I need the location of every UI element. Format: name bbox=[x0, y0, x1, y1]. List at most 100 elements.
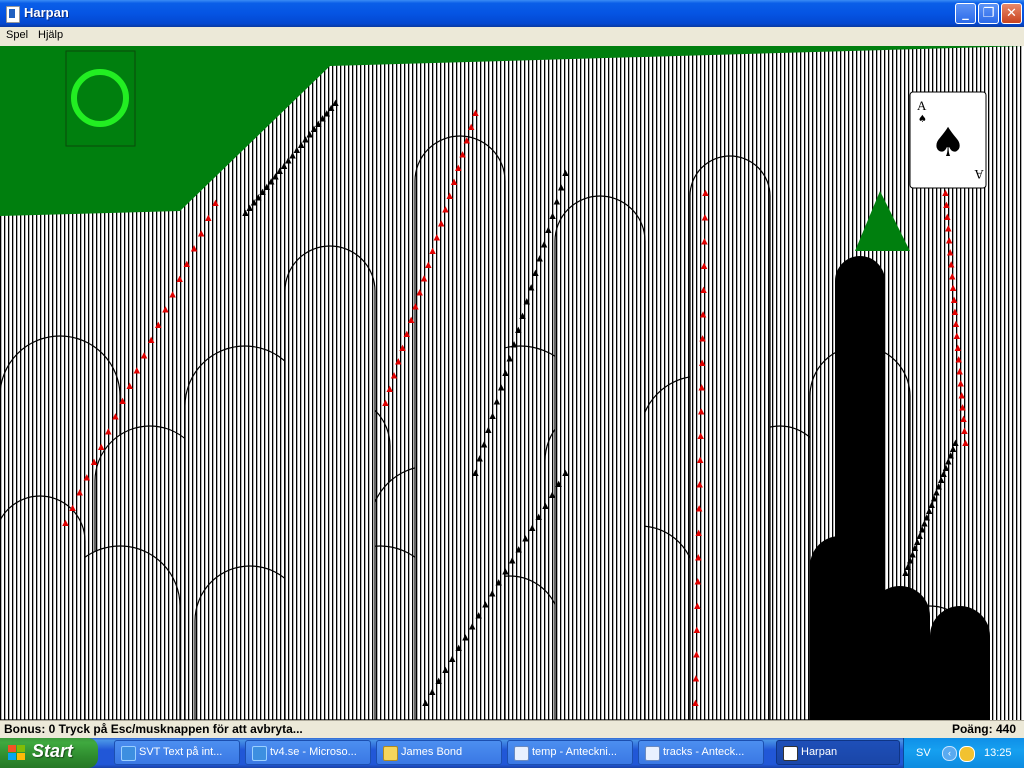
task-svt-text[interactable]: SVT Text på int... bbox=[114, 740, 240, 765]
svg-text:▲: ▲ bbox=[210, 197, 221, 209]
svg-text:▲: ▲ bbox=[380, 397, 391, 409]
svg-text:▲: ▲ bbox=[89, 456, 100, 468]
svg-text:▲: ▲ bbox=[470, 107, 481, 119]
app-icon bbox=[6, 6, 20, 23]
svg-text:▲: ▲ bbox=[953, 354, 964, 366]
svg-text:▲: ▲ bbox=[203, 212, 214, 224]
svg-text:▲: ▲ bbox=[196, 228, 207, 240]
task-tv4[interactable]: tv4.se - Microso... bbox=[245, 740, 371, 765]
task-harpan[interactable]: Harpan bbox=[776, 740, 900, 765]
svg-text:▲: ▲ bbox=[240, 207, 251, 219]
game-board[interactable]: ▲ ▲ ▲ ▲ ▲ ▲ ▲ ▲ ▲ ▲ ▲ ▲ ▲ ▲ ▲ ▲ ▲ ▲ ▲ ▲ ▲ ▲ ▲ ▲ ▲ ▲ ▲ ▲ ▲ ▲ ▲ ▲ ▲ ▲ ▲ ▲ ▲ ▲ ▲ ▲… bbox=[0, 46, 1024, 720]
start-button[interactable]: Start bbox=[0, 738, 98, 768]
svg-text:▲: ▲ bbox=[692, 576, 703, 588]
card-rank-top: A bbox=[917, 98, 927, 113]
svg-text:▲: ▲ bbox=[547, 210, 558, 222]
svg-text:▲: ▲ bbox=[431, 231, 442, 243]
network-icon[interactable] bbox=[959, 746, 975, 762]
svg-text:▲: ▲ bbox=[543, 224, 554, 236]
svg-text:▲: ▲ bbox=[943, 223, 954, 235]
svg-text:▲: ▲ bbox=[699, 236, 710, 248]
language-indicator[interactable]: SV bbox=[916, 747, 931, 759]
svg-text:▲: ▲ bbox=[951, 330, 962, 342]
svg-text:▲: ▲ bbox=[419, 273, 430, 285]
svg-text:▲: ▲ bbox=[474, 453, 485, 465]
svg-text:▲: ▲ bbox=[693, 551, 704, 563]
svg-text:▲: ▲ bbox=[479, 438, 490, 450]
svg-text:▲: ▲ bbox=[955, 378, 966, 390]
svg-text:♠: ♠ bbox=[918, 114, 927, 125]
folder-icon bbox=[383, 746, 398, 761]
svg-text:▲: ▲ bbox=[690, 697, 701, 709]
svg-text:▲: ▲ bbox=[551, 196, 562, 208]
svg-text:▲: ▲ bbox=[496, 381, 507, 393]
svg-text:▲: ▲ bbox=[487, 410, 498, 422]
task-tracks-notepad[interactable]: tracks - Anteck... bbox=[638, 740, 764, 765]
svg-text:▲: ▲ bbox=[697, 333, 708, 345]
svg-text:▲: ▲ bbox=[393, 356, 404, 368]
svg-text:▲: ▲ bbox=[81, 471, 92, 483]
svg-text:▲: ▲ bbox=[423, 259, 434, 271]
svg-text:▲: ▲ bbox=[420, 697, 431, 709]
svg-text:▲: ▲ bbox=[461, 135, 472, 147]
svg-text:▲: ▲ bbox=[695, 430, 706, 442]
svg-text:▲: ▲ bbox=[956, 389, 967, 401]
foundation-slot[interactable] bbox=[65, 50, 136, 147]
svg-text:▲: ▲ bbox=[693, 527, 704, 539]
svg-text:▲: ▲ bbox=[952, 342, 963, 354]
svg-text:▲: ▲ bbox=[436, 218, 447, 230]
svg-text:▲: ▲ bbox=[131, 365, 142, 377]
svg-text:▲: ▲ bbox=[957, 401, 968, 413]
ie-icon bbox=[252, 746, 267, 761]
svg-text:▲: ▲ bbox=[959, 425, 970, 437]
task-james-bond[interactable]: James Bond bbox=[376, 740, 502, 765]
svg-text:▲: ▲ bbox=[470, 467, 481, 479]
notepad-icon bbox=[645, 746, 660, 761]
title-bar[interactable]: Harpan _ ❐ ✕ bbox=[0, 0, 1024, 27]
cascade-layer: ▲ ▲ ▲ ▲ ▲ ▲ ▲ ▲ ▲ ▲ ▲ ▲ ▲ ▲ ▲ ▲ ▲ ▲ ▲ ▲ ▲ ▲ ▲ ▲ ▲ ▲ ▲ ▲ ▲ ▲ ▲ ▲ ▲ ▲ ▲ ▲ ▲ ▲ ▲ ▲… bbox=[0, 46, 1024, 720]
svg-text:▲: ▲ bbox=[167, 288, 178, 300]
score: Poäng: 440 bbox=[951, 722, 1016, 736]
svg-text:▲: ▲ bbox=[691, 624, 702, 636]
menu-spel[interactable]: Spel bbox=[6, 29, 28, 41]
minimize-button[interactable]: _ bbox=[955, 3, 976, 24]
svg-text:▲: ▲ bbox=[960, 437, 971, 449]
svg-text:▲: ▲ bbox=[500, 367, 511, 379]
svg-text:▲: ▲ bbox=[124, 380, 135, 392]
svg-text:▲: ▲ bbox=[700, 187, 711, 199]
svg-text:▲: ▲ bbox=[698, 308, 709, 320]
svg-text:▲: ▲ bbox=[181, 258, 192, 270]
start-label: Start bbox=[32, 741, 74, 761]
windows-logo-icon bbox=[8, 745, 25, 760]
svg-text:▲: ▲ bbox=[189, 243, 200, 255]
svg-text:▲: ▲ bbox=[530, 267, 541, 279]
svg-text:▲: ▲ bbox=[947, 270, 958, 282]
svg-text:▲: ▲ bbox=[695, 454, 706, 466]
card-cascade: ▲ ▲ ▲ ▲ ▲ ▲ ▲ ▲ ▲ ▲ ▲ ▲ ▲ ▲ ▲ ▲ ▲ ▲ ▲ ▲ ▲ ▲ ▲ ▲ ▲ ▲ ▲ ▲ ▲ ▲ ▲ ▲ ▲ ▲ ▲ ▲ ▲ ▲ ▲ ▲… bbox=[0, 46, 1024, 720]
playing-card[interactable]: A ♠ ♠ A bbox=[909, 91, 987, 189]
chevron-left-icon[interactable]: ‹ bbox=[942, 746, 957, 761]
svg-text:▲: ▲ bbox=[504, 353, 515, 365]
svg-text:▲: ▲ bbox=[945, 247, 956, 259]
svg-text:▲: ▲ bbox=[153, 319, 164, 331]
svg-text:▲: ▲ bbox=[950, 306, 961, 318]
svg-text:▲: ▲ bbox=[696, 381, 707, 393]
task-temp-notepad[interactable]: temp - Anteckni... bbox=[507, 740, 633, 765]
svg-text:▲: ▲ bbox=[692, 600, 703, 612]
menu-bar: Spel Hjälp bbox=[0, 27, 1024, 46]
close-button[interactable]: ✕ bbox=[1001, 3, 1022, 24]
svg-text:▲: ▲ bbox=[397, 342, 408, 354]
menu-hjalp[interactable]: Hjälp bbox=[38, 29, 63, 41]
maximize-button[interactable]: ❐ bbox=[978, 3, 999, 24]
svg-text:▲: ▲ bbox=[389, 369, 400, 381]
svg-text:▲: ▲ bbox=[96, 441, 107, 453]
ie-icon bbox=[121, 746, 136, 761]
svg-text:▲: ▲ bbox=[517, 310, 528, 322]
svg-text:▲: ▲ bbox=[941, 199, 952, 211]
svg-text:▲: ▲ bbox=[954, 366, 965, 378]
svg-text:▲: ▲ bbox=[440, 204, 451, 216]
status-message: Bonus: 0 Tryck på Esc/musknappen för att… bbox=[4, 722, 303, 736]
status-bar: Bonus: 0 Tryck på Esc/musknappen för att… bbox=[0, 720, 1024, 738]
svg-text:▲: ▲ bbox=[146, 334, 157, 346]
svg-text:▲: ▲ bbox=[453, 162, 464, 174]
